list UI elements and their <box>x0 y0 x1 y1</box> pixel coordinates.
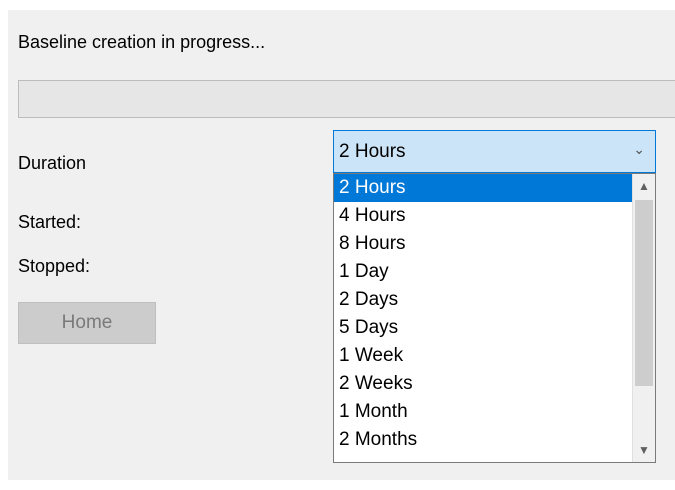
duration-label: Duration <box>18 153 87 173</box>
status-text: Baseline creation in progress... <box>18 32 266 52</box>
duration-option[interactable]: 8 Hours <box>334 230 632 258</box>
duration-option[interactable]: 2 Hours <box>334 174 632 202</box>
chevron-down-icon[interactable]: ▼ <box>633 438 655 462</box>
duration-select-value: 2 Hours <box>339 141 406 162</box>
started-label: Started: <box>18 212 82 232</box>
progress-bar <box>18 80 675 118</box>
duration-options: 2 Hours 4 Hours 8 Hours 1 Day 2 Days 5 Days 1 … <box>334 174 632 462</box>
duration-option[interactable]: 2 Weeks <box>334 370 632 398</box>
duration-option[interactable]: 4 Hours <box>334 202 632 230</box>
duration-option[interactable]: 1 Day <box>334 258 632 286</box>
duration-option[interactable]: 2 Months <box>334 426 632 454</box>
stopped-label: Stopped: <box>18 256 91 276</box>
dropdown-scrollbar[interactable]: ▲ ▼ <box>632 174 655 462</box>
duration-option[interactable]: 5 Days <box>334 314 632 342</box>
duration-dropdown-list: 2 Hours 4 Hours 8 Hours 1 Day 2 Days 5 Days 1 … <box>333 173 656 463</box>
scrollbar-thumb[interactable] <box>635 200 653 386</box>
chevron-up-icon[interactable]: ▲ <box>633 174 655 198</box>
duration-select[interactable]: 2 Hours ⌄ <box>333 130 656 173</box>
duration-option[interactable]: 1 Week <box>334 342 632 370</box>
chevron-down-icon[interactable]: ⌄ <box>633 141 645 158</box>
duration-option[interactable]: 2 Days <box>334 286 632 314</box>
duration-option[interactable]: 1 Month <box>334 398 632 426</box>
home-button[interactable]: Home <box>18 302 156 344</box>
